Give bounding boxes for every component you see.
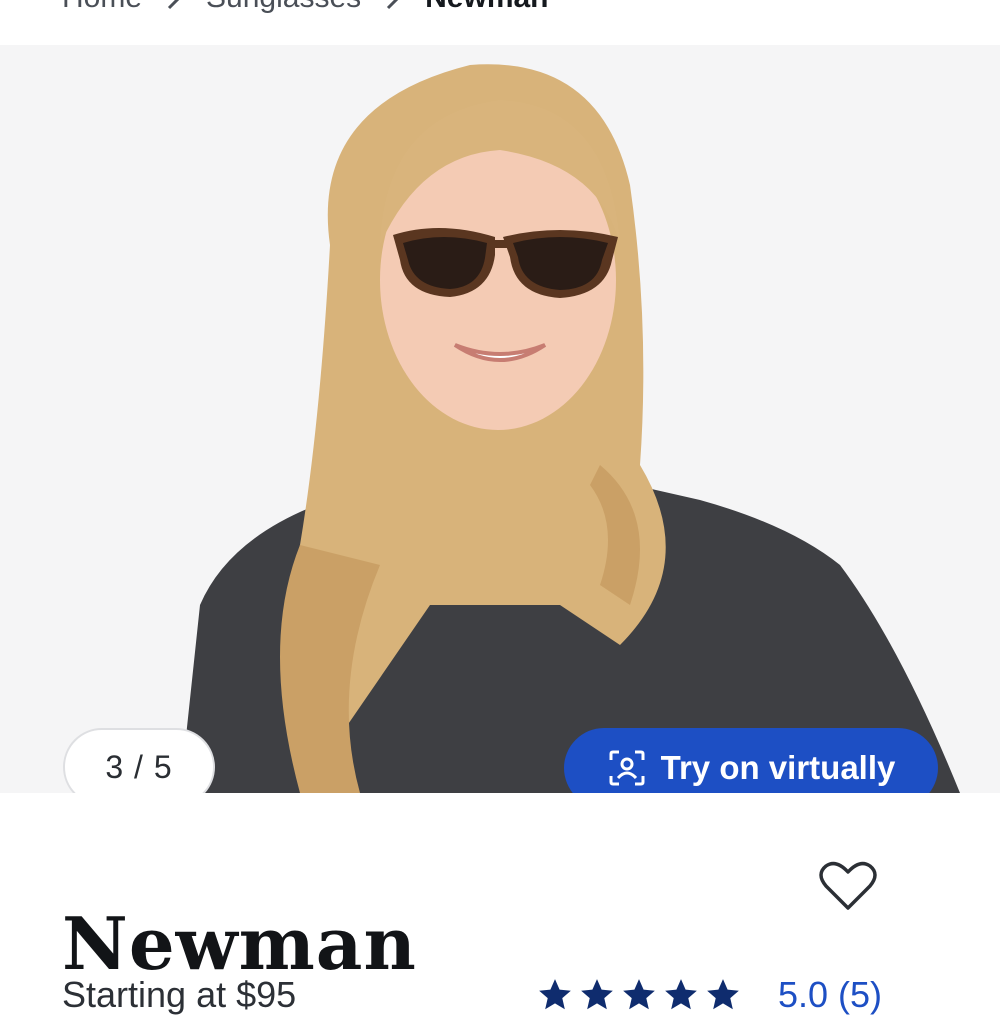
product-image-gallery[interactable]: 3 / 5 Try on virtually [0,45,1000,793]
face-scan-icon [607,748,647,788]
star-icon [578,976,616,1014]
star-icon [704,976,742,1014]
image-counter: 3 / 5 [63,728,215,793]
star-icon [662,976,700,1014]
heart-icon[interactable] [818,858,878,914]
product-price: Starting at $95 [62,974,297,1015]
breadcrumb: Home Sunglasses Newman [62,0,549,18]
chevron-right-icon [379,0,407,12]
chevron-right-icon [160,0,188,12]
rating-stars[interactable] [536,976,742,1014]
breadcrumb-current: Newman [425,0,548,15]
breadcrumb-home[interactable]: Home [62,0,142,15]
product-name: Newman [62,901,417,987]
breadcrumb-sunglasses[interactable]: Sunglasses [206,0,361,15]
try-on-label: Try on virtually [660,749,896,786]
try-on-virtually-button[interactable]: Try on virtually [564,728,938,793]
rating-link[interactable]: 5.0 (5) [778,974,882,1016]
product-photo [180,64,960,793]
star-icon [536,976,574,1014]
star-icon [620,976,658,1014]
